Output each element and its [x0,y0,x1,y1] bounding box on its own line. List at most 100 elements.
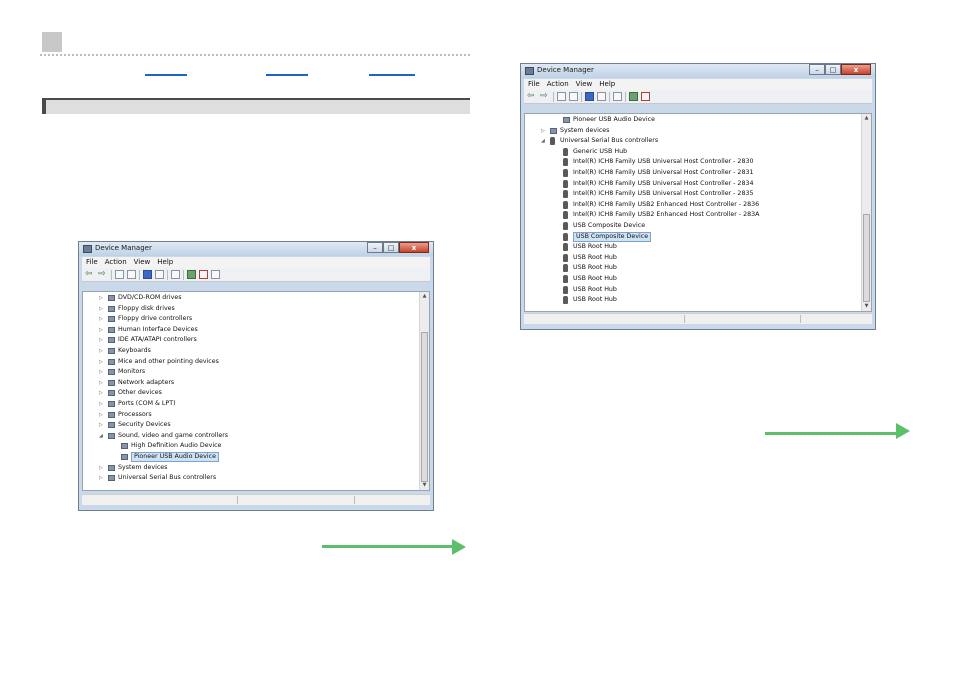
tree-expander-icon[interactable]: ▷ [99,335,103,345]
forward-arrow-icon[interactable]: ⇨ [540,92,550,101]
tree-item[interactable]: Intel(R) ICH8 Family USB2 Enhanced Host … [525,210,871,220]
tree-item[interactable]: ▷ Security Devices [83,420,429,430]
tree-item[interactable]: ▷ Monitors [83,367,429,377]
tree-expander-icon[interactable]: ▷ [99,410,103,420]
tree-item[interactable]: USB Root Hub [525,285,871,295]
tree-item[interactable]: USB Root Hub [525,263,871,273]
properties-icon[interactable] [127,270,136,279]
tree-expander-icon[interactable]: ▷ [541,126,545,136]
tree-expander-icon[interactable]: ▷ [99,388,103,398]
toolbar-separator [581,91,582,102]
tree-item-selected[interactable]: USB Composite Device [525,231,871,242]
menu-view[interactable]: View [134,257,151,268]
tree-item[interactable]: ▷ System devices [83,463,429,473]
title-bar[interactable]: Device Manager – □ x [79,242,433,256]
usb-device-icon [550,137,555,146]
tree-item[interactable]: ▷ Human Interface Devices [83,325,429,335]
uninstall-icon[interactable] [641,92,650,101]
tree-item[interactable]: ▷ IDE ATA/ATAPI controllers [83,335,429,345]
tree-item-selected[interactable]: Pioneer USB Audio Device [83,452,429,462]
show-hide-tree-icon[interactable] [557,92,566,101]
help-icon[interactable] [143,270,152,279]
tree-item[interactable]: USB Root Hub [525,242,871,252]
status-bar [524,313,872,324]
device-category-icon [108,337,115,344]
link-underline-2[interactable] [266,74,308,76]
device-tree[interactable]: ▲ ▼ ▷ DVD/CD-ROM drives ▷ Floppy disk drive… [82,291,430,491]
tree-expander-icon[interactable]: ▷ [99,473,103,483]
tree-item[interactable]: ▷ Ports (COM & LPT) [83,399,429,409]
tree-item[interactable]: Intel(R) ICH8 Family USB Universal Host … [525,189,871,199]
menu-help[interactable]: Help [157,257,173,268]
tree-expander-icon[interactable]: ◢ [541,136,545,146]
uninstall-icon[interactable] [199,270,208,279]
tree-item[interactable]: ▷ Other devices [83,388,429,398]
tree-item[interactable]: USB Composite Device [525,221,871,231]
update-driver-icon[interactable] [187,270,196,279]
tree-item[interactable]: ▷ Network adapters [83,378,429,388]
tree-expander-icon[interactable]: ▷ [99,367,103,377]
tree-expander-icon[interactable]: ▷ [99,420,103,430]
tree-expander-icon[interactable]: ▷ [99,378,103,388]
tree-item[interactable]: USB Root Hub [525,274,871,284]
menu-help[interactable]: Help [599,79,615,90]
tree-expander-icon[interactable]: ▷ [99,314,103,324]
title-bar[interactable]: Device Manager – □ x [521,64,875,78]
properties-icon[interactable] [569,92,578,101]
tree-expander-icon[interactable]: ◢ [99,431,103,441]
menu-view[interactable]: View [576,79,593,90]
menu-file[interactable]: File [528,79,540,90]
tree-expander-icon[interactable]: ▷ [99,346,103,356]
tree-item[interactable]: Pioneer USB Audio Device [525,115,871,125]
tree-expander-icon[interactable]: ▷ [99,399,103,409]
device-tree[interactable]: ▲ ▼ Pioneer USB Audio Device ▷ System devi… [524,113,872,312]
help-icon[interactable] [585,92,594,101]
tree-item[interactable]: ▷ Processors [83,410,429,420]
tree-item[interactable]: Intel(R) ICH8 Family USB Universal Host … [525,168,871,178]
menu-action[interactable]: Action [547,79,569,90]
tree-item[interactable]: ▷ Floppy disk drives [83,304,429,314]
tree-item[interactable]: ▷ DVD/CD-ROM drives [83,293,429,303]
tree-item-label: Ports (COM & LPT) [118,400,176,407]
show-hide-tree-icon[interactable] [115,270,124,279]
minimize-button[interactable]: – [367,242,383,253]
tree-item[interactable]: ▷ Keyboards [83,346,429,356]
tree-expander-icon[interactable]: ▷ [99,357,103,367]
maximize-button[interactable]: □ [825,64,841,75]
close-button[interactable]: x [841,64,871,75]
tree-item[interactable]: USB Root Hub [525,295,871,305]
tree-item[interactable]: ▷ Mice and other pointing devices [83,357,429,367]
device-category-icon [550,127,557,134]
tree-expander-icon[interactable]: ▷ [99,304,103,314]
close-button[interactable]: x [399,242,429,253]
tree-item[interactable]: ▷ Floppy drive controllers [83,314,429,324]
tree-item[interactable]: ▷ Universal Serial Bus controllers [83,473,429,483]
back-arrow-icon[interactable]: ⇦ [527,92,537,101]
menu-file[interactable]: File [86,257,98,268]
tree-item[interactable]: ▷ System devices [525,126,871,136]
tree-item[interactable]: ◢ Universal Serial Bus controllers [525,136,871,146]
tree-expander-icon[interactable]: ▷ [99,463,103,473]
tree-item[interactable]: USB Root Hub [525,253,871,263]
back-arrow-icon[interactable]: ⇦ [85,270,95,279]
maximize-button[interactable]: □ [383,242,399,253]
scan-hardware-icon[interactable] [171,270,180,279]
tree-expander-icon[interactable]: ▷ [99,293,103,303]
menu-action[interactable]: Action [105,257,127,268]
view-icon[interactable] [155,270,164,279]
view-icon[interactable] [597,92,606,101]
link-underline-1[interactable] [145,74,187,76]
tree-item[interactable]: High Definition Audio Device [83,441,429,451]
disable-icon[interactable] [211,270,220,279]
tree-item[interactable]: Intel(R) ICH8 Family USB2 Enhanced Host … [525,200,871,210]
minimize-button[interactable]: – [809,64,825,75]
tree-expander-icon[interactable]: ▷ [99,325,103,335]
update-driver-icon[interactable] [629,92,638,101]
scan-hardware-icon[interactable] [613,92,622,101]
tree-item[interactable]: Intel(R) ICH8 Family USB Universal Host … [525,157,871,167]
tree-item[interactable]: Intel(R) ICH8 Family USB Universal Host … [525,179,871,189]
link-underline-3[interactable] [369,74,415,76]
forward-arrow-icon[interactable]: ⇨ [98,270,108,279]
tree-item[interactable]: Generic USB Hub [525,147,871,157]
tree-item[interactable]: ◢ Sound, video and game controllers [83,431,429,441]
